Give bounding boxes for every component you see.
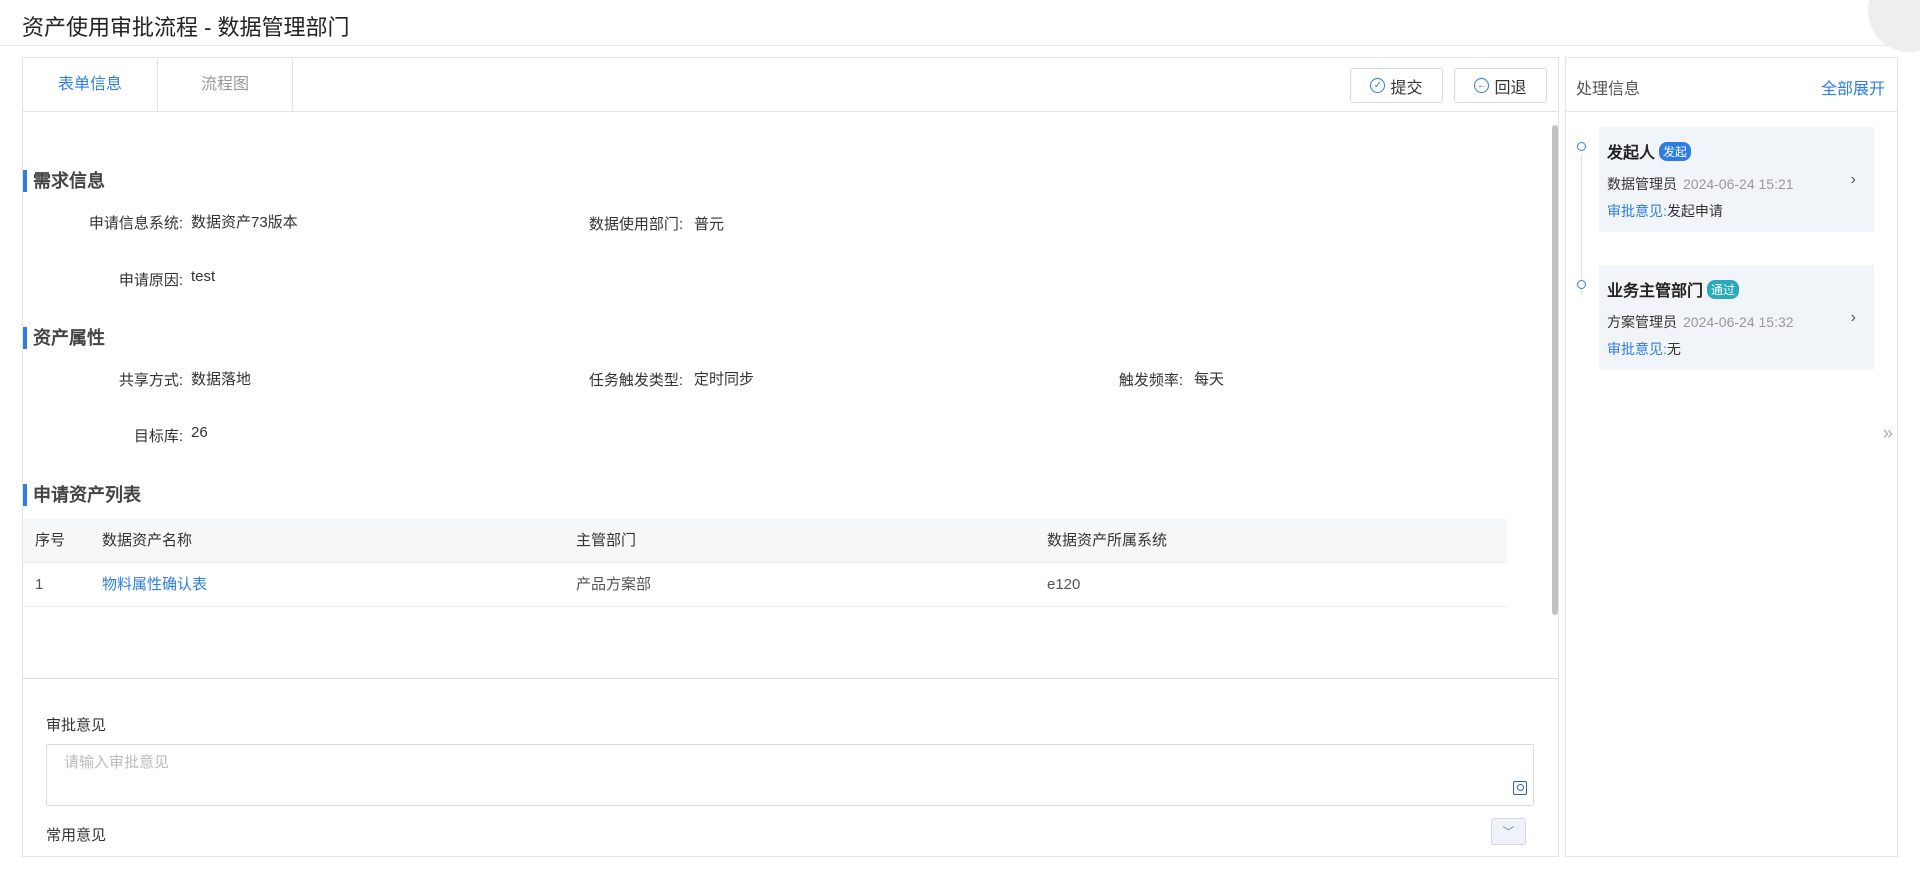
timeline-dot [1577,142,1586,151]
field-value-share: 数据落地 [191,371,252,388]
approval-opinion-area: 审批意见 常用意见 ﹀ [23,678,1558,858]
tab-bar: 表单信息 流程图 ✓ 提交 ← 回退 [23,58,1558,112]
field-label-freq: 触发频率: [1118,372,1183,389]
field-value-system: 数据资产73版本 [191,214,298,231]
chevron-down-icon: ﹀ [1502,825,1515,839]
column-header-system: 数据资产所属系统 [1047,532,1168,549]
scrollbar[interactable] [1552,125,1558,615]
check-circle-icon: ✓ [1370,78,1386,93]
dialog-title-bar: 资产使用审批流程 - 数据管理部门 ✕ [0,0,1920,52]
user-badge-icon[interactable] [1513,781,1527,795]
column-header-dept: 主管部门 [576,532,637,549]
record-name-text: 发起人 [1607,145,1656,162]
dialog-title: 资产使用审批流程 - 数据管理部门 [22,15,350,40]
table-row: 1 物料属性确认表 产品方案部 e120 [23,563,1507,607]
common-opinion-dropdown[interactable]: ﹀ [1491,818,1526,845]
row-dept: 产品方案部 [576,576,652,593]
section-title-attributes: 资产属性 [23,327,105,349]
expand-all-link[interactable]: 全部展开 [1821,75,1885,99]
tab-form-info[interactable]: 表单信息 [23,58,158,112]
section-title-requirement: 需求信息 [23,170,105,192]
process-record-card[interactable]: 业务主管部门 通过 方案管理员 2024-06-24 15:32 › 审批意见:无 [1599,265,1874,370]
column-header-name: 数据资产名称 [102,532,193,549]
record-name: 业务主管部门 通过 [1607,277,1740,301]
table-header: 序号 数据资产名称 主管部门 数据资产所属系统 [23,519,1507,563]
timeline-line [1581,154,1582,294]
process-info-panel: 处理信息 全部展开 发起人 发起 数据管理员 2024-06-24 15:21 › … [1565,57,1898,857]
chevron-right-icon[interactable]: › [1851,309,1856,327]
record-opinion-text: 发起申请 [1666,203,1723,219]
asset-name-link[interactable]: 物料属性确认表 [102,563,207,607]
opinion-input[interactable] [46,744,1534,806]
back-button[interactable]: ← 回退 [1454,68,1547,103]
asset-table: 序号 数据资产名称 主管部门 数据资产所属系统 1 物料属性确认表 产品方案部 … [23,519,1507,607]
tab-flowchart[interactable]: 流程图 [158,58,293,112]
row-index: 1 [35,576,44,593]
opinion-label: 审批意见 [46,717,107,734]
form-panel: 表单信息 流程图 ✓ 提交 ← 回退 需求信息 申请信息系统: 数据资产73版本… [22,57,1559,857]
submit-button[interactable]: ✓ 提交 [1350,68,1443,103]
double-chevron-right-icon[interactable]: » [1883,423,1893,444]
row-system: e120 [1047,576,1081,593]
process-record-card[interactable]: 发起人 发起 数据管理员 2024-06-24 15:21 › 审批意见:发起申请 [1599,127,1874,232]
form-scroll-area[interactable]: 需求信息 申请信息系统: 数据资产73版本 数据使用部门: 普元 申请原因: t… [23,113,1544,733]
field-label-target: 目标库: [133,428,183,445]
section-title-assets: 申请资产列表 [23,484,141,506]
field-value-reason: test [191,268,216,285]
side-title: 处理信息 [1576,81,1641,98]
submit-button-label: 提交 [1390,79,1423,97]
field-label-trigger: 任务触发类型: [588,372,683,389]
status-badge: 通过 [1707,280,1740,299]
field-label-share: 共享方式: [118,372,183,389]
side-header: 处理信息 全部展开 [1566,58,1897,112]
field-label-dept: 数据使用部门: [588,216,683,233]
field-value-trigger: 定时同步 [694,371,755,388]
record-opinion: 审批意见:发起申请 [1607,201,1723,221]
record-opinion: 审批意见:无 [1607,339,1681,359]
field-label-system: 申请信息系统: [88,215,183,232]
field-value-target: 26 [191,424,208,441]
record-role: 数据管理员 2024-06-24 15:21 [1607,174,1794,194]
field-label-reason: 申请原因: [118,272,183,289]
record-opinion-label: 审批意见: [1607,203,1667,219]
record-role: 方案管理员 2024-06-24 15:32 [1607,312,1794,332]
record-time: 2024-06-24 15:32 [1683,314,1794,330]
field-value-freq: 每天 [1194,371,1225,388]
common-opinion-label: 常用意见 [46,827,107,844]
column-header-index: 序号 [35,532,66,549]
field-value-dept: 普元 [694,216,725,233]
back-button-label: 回退 [1494,79,1527,97]
record-name: 发起人 发起 [1607,139,1692,163]
record-time: 2024-06-24 15:21 [1683,176,1794,192]
close-button[interactable]: ✕ [1868,0,1920,52]
record-opinion-text: 无 [1666,341,1681,357]
record-role-text: 方案管理员 [1607,314,1677,330]
record-name-text: 业务主管部门 [1607,283,1704,300]
chevron-right-icon[interactable]: › [1851,171,1856,189]
back-arrow-circle-icon: ← [1474,78,1490,93]
record-role-text: 数据管理员 [1607,176,1677,192]
status-badge: 发起 [1659,142,1692,161]
timeline-dot [1577,280,1586,289]
record-opinion-label: 审批意见: [1607,341,1667,357]
